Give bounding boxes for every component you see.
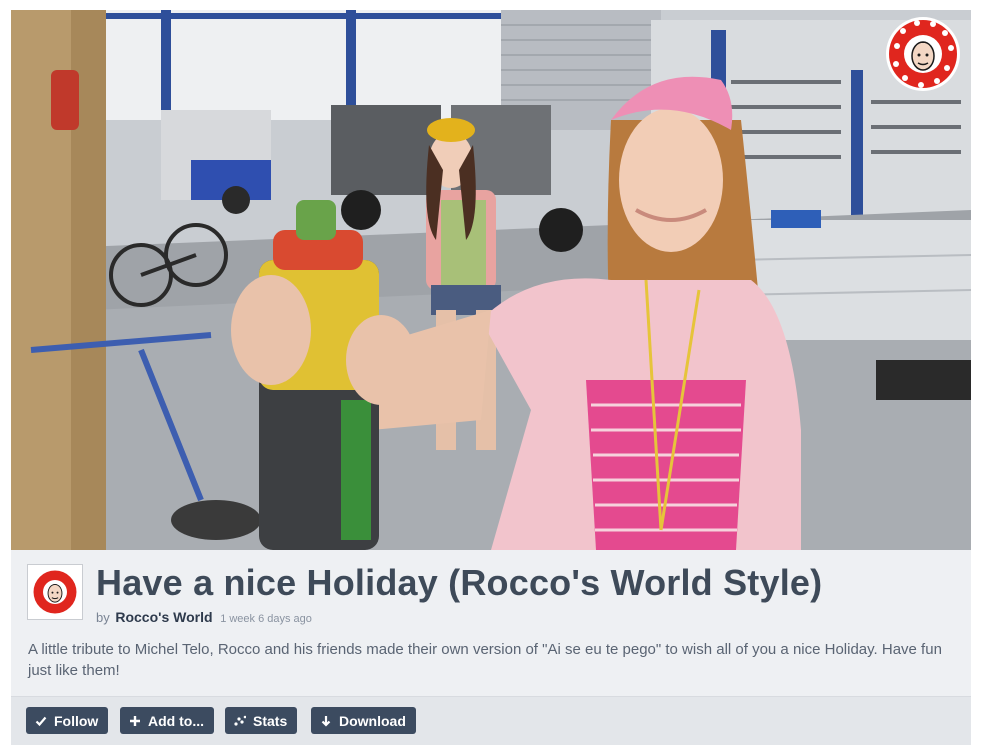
video-player[interactable] (11, 10, 971, 550)
download-button[interactable]: Download (311, 707, 416, 734)
add-to-label: Add to... (148, 712, 204, 729)
roccos-world-avatar-icon[interactable] (27, 564, 83, 620)
roccos-world-logo-icon (885, 16, 961, 92)
download-label: Download (339, 712, 406, 729)
stats-label: Stats (253, 712, 288, 729)
byline: by Rocco's World 1 week 6 days ago (96, 609, 312, 625)
add-to-button[interactable]: Add to... (120, 707, 214, 734)
video-info-panel: Have a nice Holiday (Rocco's World Style… (11, 550, 971, 697)
stats-icon (234, 715, 246, 727)
video-thumbnail (11, 10, 971, 550)
timestamp: 1 week 6 days ago (220, 613, 312, 625)
stats-button[interactable]: Stats (225, 707, 298, 734)
plus-icon (129, 715, 141, 727)
check-icon (35, 715, 47, 727)
action-bar: Follow Add to... Stats Download (11, 697, 971, 745)
video-description: A little tribute to Michel Telo, Rocco a… (28, 641, 942, 679)
download-arrow-icon (320, 715, 332, 727)
video-title: Have a nice Holiday (Rocco's World Style… (96, 562, 823, 603)
author-link[interactable]: Rocco's World (115, 609, 212, 625)
by-label: by (96, 610, 110, 625)
follow-button[interactable]: Follow (26, 707, 109, 734)
video-card: Have a nice Holiday (Rocco's World Style… (11, 10, 971, 745)
follow-label: Follow (54, 712, 99, 729)
